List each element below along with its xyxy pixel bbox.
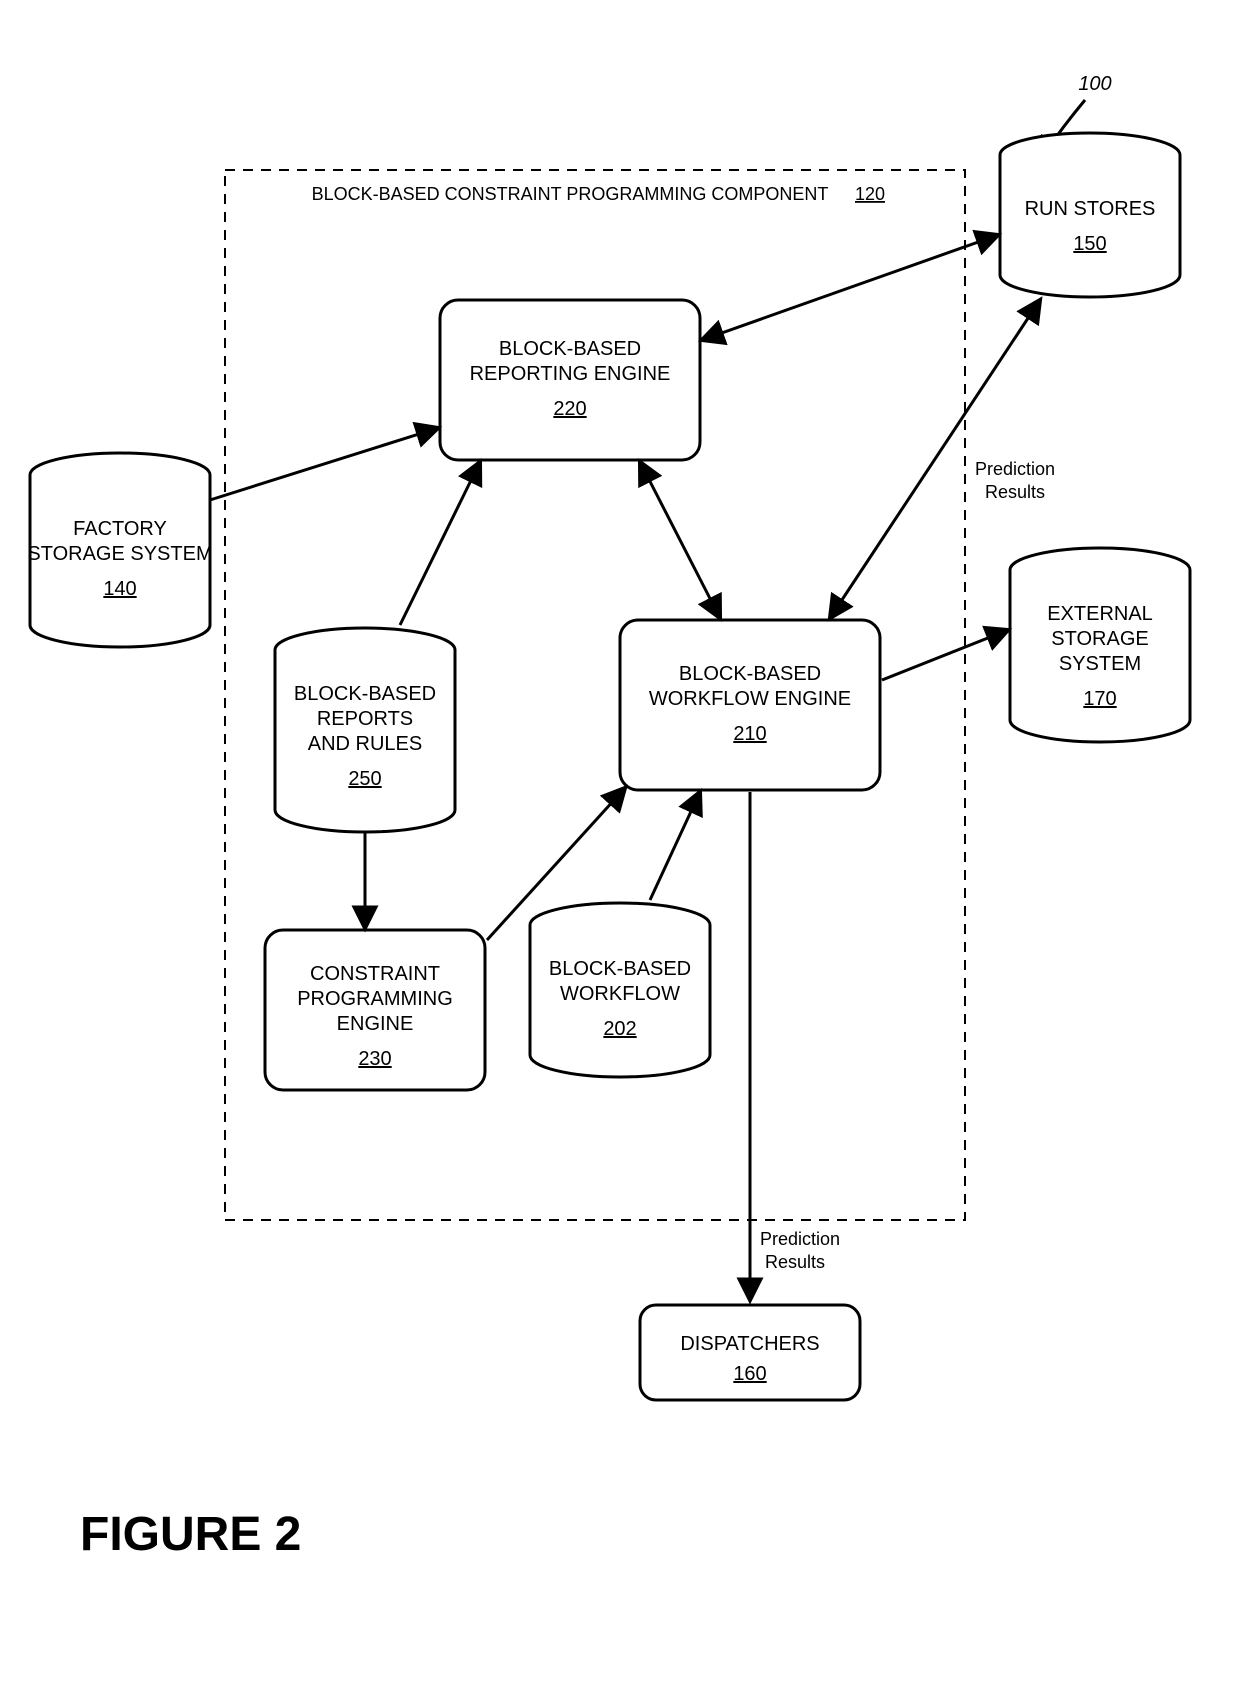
svg-text:100: 100	[1078, 73, 1111, 95]
node-external-storage-system: EXTERNAL STORAGE SYSTEM 170	[1010, 548, 1190, 742]
svg-text:BLOCK-BASED: BLOCK-BASED	[499, 338, 641, 360]
svg-text:BLOCK-BASED: BLOCK-BASED	[294, 683, 436, 705]
edge-reports-to-reporting	[400, 462, 480, 625]
edge-factory-to-reporting	[210, 428, 438, 500]
svg-text:Prediction: Prediction	[975, 459, 1055, 479]
node-run-stores: RUN STORES 150	[1000, 133, 1180, 297]
svg-text:EXTERNAL: EXTERNAL	[1047, 603, 1153, 625]
svg-text:STORAGE SYSTEM: STORAGE SYSTEM	[27, 543, 212, 565]
svg-text:170: 170	[1083, 688, 1116, 710]
svg-text:BLOCK-BASED CONSTRAINT PROGRAM: BLOCK-BASED CONSTRAINT PROGRAMMING COMPO…	[312, 184, 829, 204]
svg-text:REPORTS: REPORTS	[317, 708, 413, 730]
svg-text:BLOCK-BASED: BLOCK-BASED	[549, 958, 691, 980]
node-block-based-workflow: BLOCK-BASED WORKFLOW 202	[530, 903, 710, 1077]
edge-workflow-to-external	[882, 630, 1008, 680]
svg-text:CONSTRAINT: CONSTRAINT	[310, 963, 440, 985]
figure-label: FIGURE 2	[80, 1508, 301, 1561]
svg-text:120: 120	[855, 184, 885, 204]
svg-text:Prediction: Prediction	[760, 1229, 840, 1249]
svg-text:BLOCK-BASED: BLOCK-BASED	[679, 663, 821, 685]
svg-text:150: 150	[1073, 233, 1106, 255]
svg-text:DISPATCHERS: DISPATCHERS	[680, 1333, 819, 1355]
svg-text:220: 220	[553, 398, 586, 420]
svg-text:Results: Results	[765, 1252, 825, 1272]
svg-text:160: 160	[733, 1363, 766, 1385]
node-block-based-reports-and-rules: BLOCK-BASED REPORTS AND RULES 250	[275, 628, 455, 832]
svg-text:PROGRAMMING: PROGRAMMING	[297, 988, 453, 1010]
svg-text:WORKFLOW ENGINE: WORKFLOW ENGINE	[649, 688, 851, 710]
svg-text:WORKFLOW: WORKFLOW	[560, 983, 680, 1005]
node-block-based-reporting-engine: BLOCK-BASED REPORTING ENGINE 220	[440, 300, 700, 460]
edge-reporting-workflow	[640, 462, 720, 618]
svg-text:140: 140	[103, 578, 136, 600]
svg-text:REPORTING ENGINE: REPORTING ENGINE	[470, 363, 671, 385]
svg-text:250: 250	[348, 768, 381, 790]
svg-text:STORAGE: STORAGE	[1051, 628, 1148, 650]
node-dispatchers: DISPATCHERS 160	[640, 1305, 860, 1400]
svg-text:202: 202	[603, 1018, 636, 1040]
svg-text:230: 230	[358, 1048, 391, 1070]
svg-text:FACTORY: FACTORY	[73, 518, 167, 540]
svg-text:Results: Results	[985, 482, 1045, 502]
edge-workflowstore-to-workflow	[650, 792, 700, 900]
edge-reporting-runstores	[702, 235, 998, 340]
svg-text:210: 210	[733, 723, 766, 745]
svg-text:SYSTEM: SYSTEM	[1059, 653, 1141, 675]
node-constraint-programming-engine: CONSTRAINT PROGRAMMING ENGINE 230	[265, 930, 485, 1090]
node-factory-storage-system: FACTORY STORAGE SYSTEM 140	[27, 453, 212, 647]
node-block-based-workflow-engine: BLOCK-BASED WORKFLOW ENGINE 210	[620, 620, 880, 790]
svg-text:ENGINE: ENGINE	[337, 1013, 414, 1035]
svg-text:AND RULES: AND RULES	[308, 733, 422, 755]
svg-text:RUN STORES: RUN STORES	[1025, 198, 1156, 220]
